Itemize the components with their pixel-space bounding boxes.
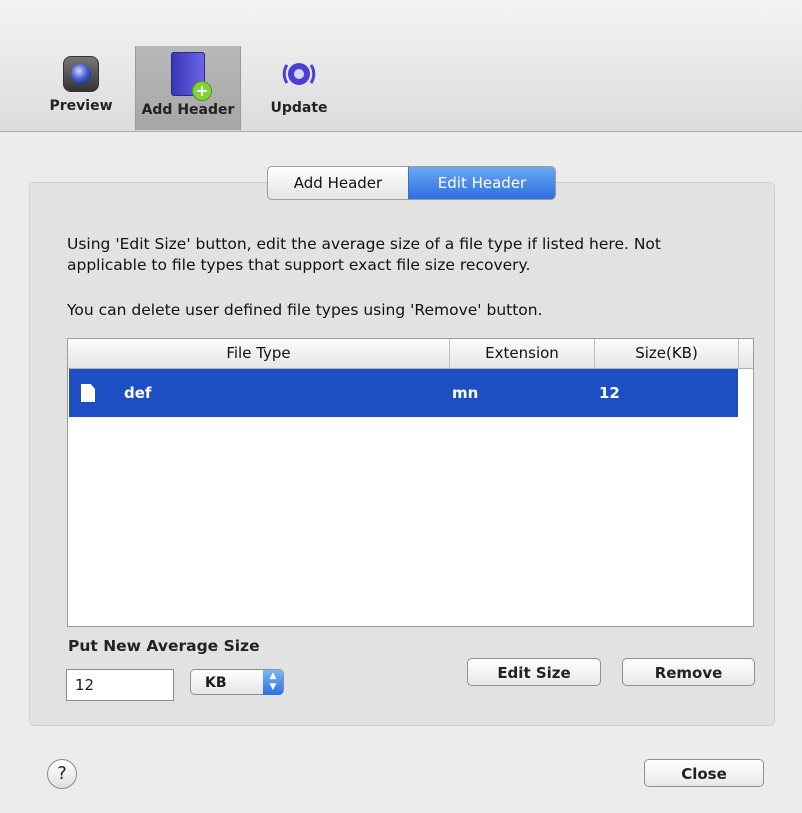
cell-file-type: def xyxy=(124,384,152,402)
info-text-line-2: applicable to file types that support ex… xyxy=(67,256,531,274)
toolbar-update-label: Update xyxy=(270,100,328,116)
toolbar-add-header-label: Add Header xyxy=(141,102,235,118)
table-row[interactable]: def mn 12 xyxy=(69,369,738,417)
info-text-line-3: You can delete user defined file types u… xyxy=(67,301,543,319)
add-header-icon: + xyxy=(171,52,212,101)
column-header-size[interactable]: Size(KB) xyxy=(595,339,739,368)
close-button[interactable]: Close xyxy=(644,759,764,787)
tab-add-header[interactable]: Add Header xyxy=(268,167,408,199)
preview-icon xyxy=(63,56,99,92)
stepper-arrows-icon: ▲ ▼ xyxy=(263,670,283,695)
column-header-extension[interactable]: Extension xyxy=(450,339,595,368)
unit-select[interactable]: KB ▲ ▼ xyxy=(190,669,284,695)
table-header: File Type Extension Size(KB) xyxy=(68,339,753,369)
unit-select-value: KB xyxy=(205,675,227,691)
update-icon xyxy=(279,54,319,94)
document-icon xyxy=(81,384,95,402)
toolbar-preview-label: Preview xyxy=(49,98,113,114)
tab-bar: Add Header Edit Header xyxy=(267,166,556,200)
tab-edit-header[interactable]: Edit Header xyxy=(408,167,555,199)
edit-size-button[interactable]: Edit Size xyxy=(467,658,601,686)
average-size-input[interactable]: 12 xyxy=(66,669,174,701)
cell-size: 12 xyxy=(599,384,620,402)
average-size-label: Put New Average Size xyxy=(68,637,260,655)
toolbar-update-button[interactable]: Update xyxy=(258,46,340,130)
cell-extension: mn xyxy=(452,384,479,402)
toolbar-add-header-button[interactable]: + Add Header xyxy=(135,46,241,130)
toolbar-preview-button[interactable]: Preview xyxy=(42,46,120,130)
info-text-line-1: Using 'Edit Size' button, edit the avera… xyxy=(67,235,661,253)
help-button[interactable]: ? xyxy=(47,759,77,789)
toolbar: Preview + Add Header Update xyxy=(0,0,802,132)
column-header-file-type[interactable]: File Type xyxy=(68,339,450,368)
remove-button[interactable]: Remove xyxy=(622,658,755,686)
file-type-table: File Type Extension Size(KB) def mn 12 xyxy=(67,338,754,627)
